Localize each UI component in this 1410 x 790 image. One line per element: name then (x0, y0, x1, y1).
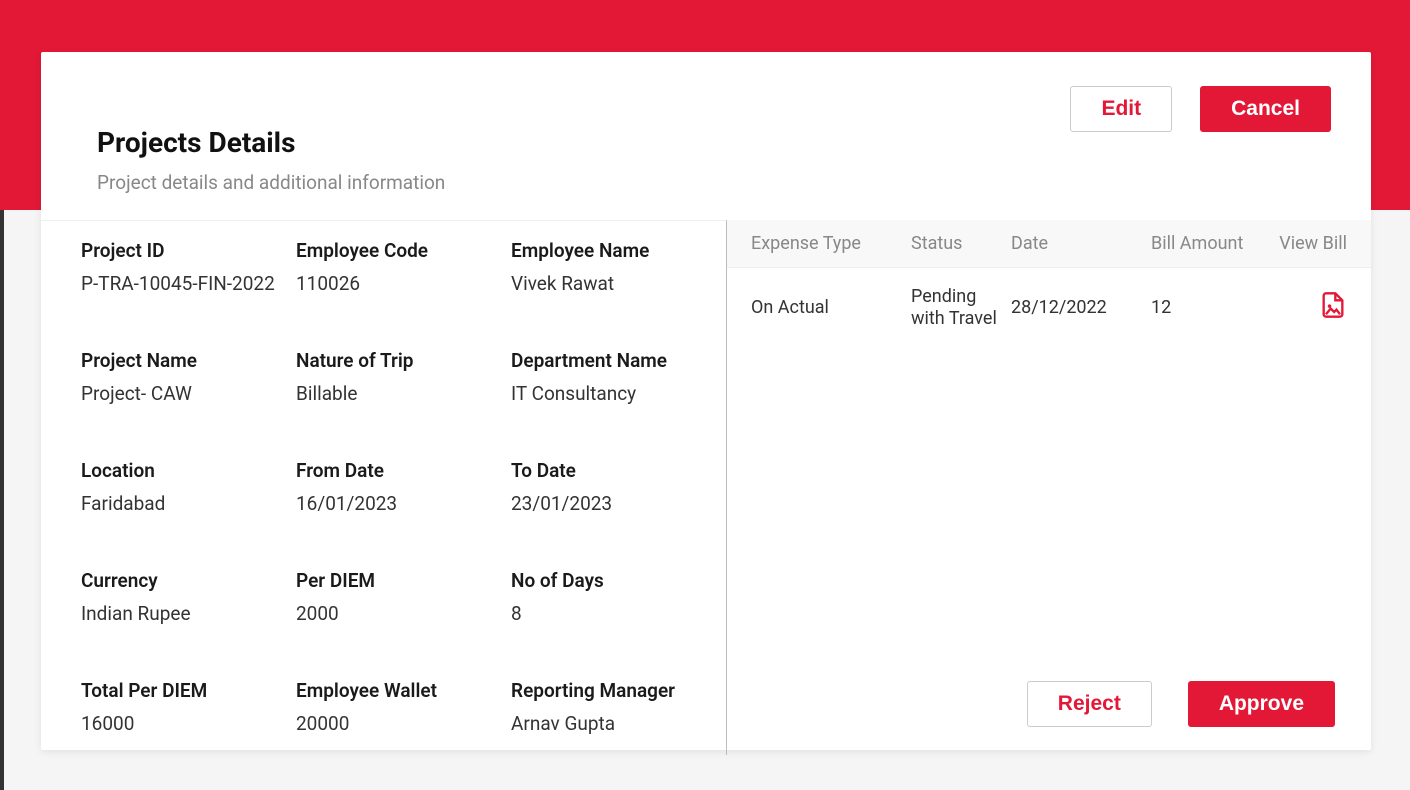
header-text: Projects Details Project details and add… (97, 86, 445, 194)
card-body: Project ID P-TRA-10045-FIN-2022 Employee… (41, 220, 1371, 755)
cell-date: 28/12/2022 (1011, 297, 1151, 318)
value-per-diem: 2000 (296, 602, 491, 625)
label-nature-of-trip: Nature of Trip (296, 349, 491, 372)
expense-table-header: Expense Type Status Date Bill Amount Vie… (727, 220, 1371, 268)
value-project-id: P-TRA-10045-FIN-2022 (81, 272, 276, 295)
label-project-name: Project Name (81, 349, 276, 372)
value-reporting-manager: Arnav Gupta (511, 712, 706, 735)
value-employee-name: Vivek Rawat (511, 272, 706, 295)
cell-bill-amount: 12 (1151, 297, 1271, 318)
label-total-per-diem: Total Per DIEM (81, 679, 276, 702)
label-from-date: From Date (296, 459, 491, 482)
cancel-button[interactable]: Cancel (1200, 86, 1331, 132)
label-project-id: Project ID (81, 239, 276, 262)
label-no-of-days: No of Days (511, 569, 706, 592)
field-project-id: Project ID P-TRA-10045-FIN-2022 (81, 239, 276, 295)
value-location: Faridabad (81, 492, 276, 515)
card-header: Projects Details Project details and add… (41, 52, 1371, 220)
field-total-per-diem: Total Per DIEM 16000 (81, 679, 276, 735)
cell-view-bill (1271, 291, 1347, 324)
field-department-name: Department Name IT Consultancy (511, 349, 706, 405)
label-department-name: Department Name (511, 349, 706, 372)
footer-actions: Reject Approve (727, 661, 1371, 755)
label-per-diem: Per DIEM (296, 569, 491, 592)
edit-button[interactable]: Edit (1070, 86, 1172, 132)
field-per-diem: Per DIEM 2000 (296, 569, 491, 625)
value-no-of-days: 8 (511, 602, 706, 625)
value-employee-wallet: 20000 (296, 712, 491, 735)
value-employee-code: 110026 (296, 272, 491, 295)
label-employee-code: Employee Code (296, 239, 491, 262)
field-employee-name: Employee Name Vivek Rawat (511, 239, 706, 295)
header-bill-amount: Bill Amount (1151, 233, 1271, 254)
field-reporting-manager: Reporting Manager Arnav Gupta (511, 679, 706, 735)
header-expense-type: Expense Type (751, 233, 911, 254)
value-project-name: Project- CAW (81, 382, 276, 405)
field-employee-code: Employee Code 110026 (296, 239, 491, 295)
value-from-date: 16/01/2023 (296, 492, 491, 515)
header-status: Status (911, 233, 1011, 254)
page-title: Projects Details (97, 126, 445, 159)
image-file-icon[interactable] (1319, 303, 1347, 324)
field-location: Location Faridabad (81, 459, 276, 515)
field-to-date: To Date 23/01/2023 (511, 459, 706, 515)
value-total-per-diem: 16000 (81, 712, 276, 735)
field-currency: Currency Indian Rupee (81, 569, 276, 625)
details-panel: Project ID P-TRA-10045-FIN-2022 Employee… (41, 220, 727, 755)
approve-button[interactable]: Approve (1188, 681, 1335, 727)
field-no-of-days: No of Days 8 (511, 569, 706, 625)
label-employee-wallet: Employee Wallet (296, 679, 491, 702)
value-department-name: IT Consultancy (511, 382, 706, 405)
label-to-date: To Date (511, 459, 706, 482)
header-date: Date (1011, 233, 1151, 254)
value-nature-of-trip: Billable (296, 382, 491, 405)
page-subtitle: Project details and additional informati… (97, 171, 445, 194)
label-reporting-manager: Reporting Manager (511, 679, 706, 702)
label-currency: Currency (81, 569, 276, 592)
field-project-name: Project Name Project- CAW (81, 349, 276, 405)
label-location: Location (81, 459, 276, 482)
field-nature-of-trip: Nature of Trip Billable (296, 349, 491, 405)
header-view-bill: View Bill (1271, 233, 1347, 254)
expenses-panel: Expense Type Status Date Bill Amount Vie… (727, 220, 1371, 755)
value-to-date: 23/01/2023 (511, 492, 706, 515)
field-employee-wallet: Employee Wallet 20000 (296, 679, 491, 735)
field-from-date: From Date 16/01/2023 (296, 459, 491, 515)
cell-expense-type: On Actual (751, 297, 911, 318)
header-actions: Edit Cancel (1070, 86, 1331, 132)
expense-table-row: On Actual Pending with Travel 28/12/2022… (727, 268, 1371, 347)
project-details-card: Projects Details Project details and add… (41, 52, 1371, 750)
label-employee-name: Employee Name (511, 239, 706, 262)
cell-status: Pending with Travel (911, 286, 1011, 329)
value-currency: Indian Rupee (81, 602, 276, 625)
reject-button[interactable]: Reject (1027, 681, 1152, 727)
